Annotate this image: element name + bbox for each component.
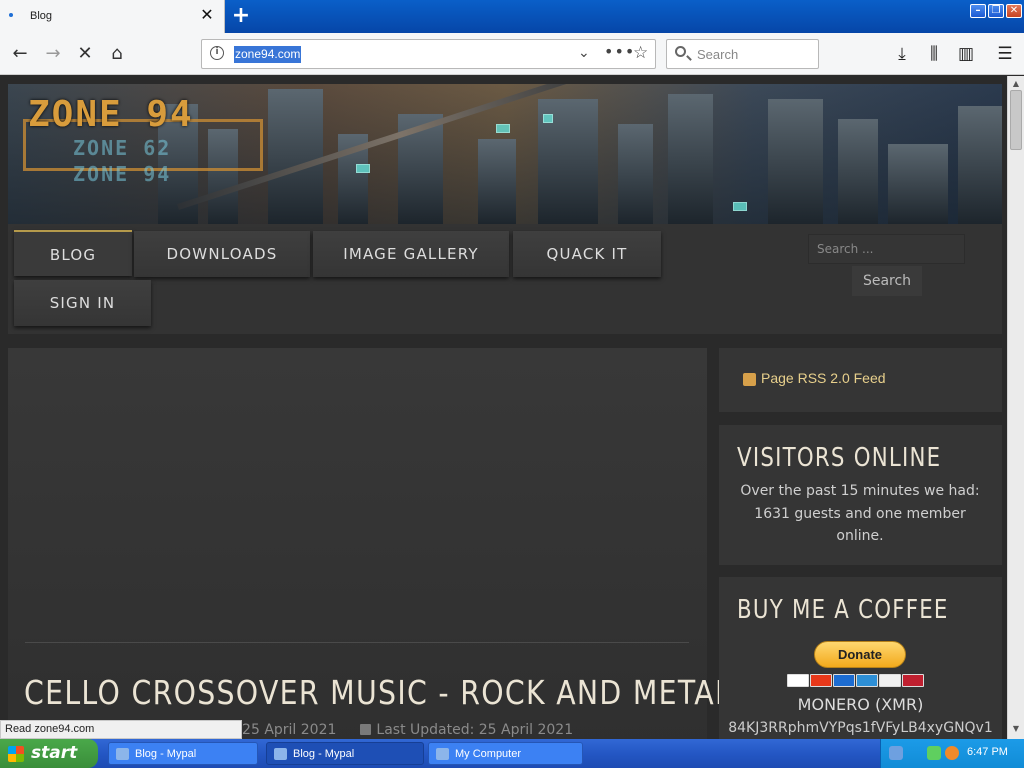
taskbar-item-label: My Computer: [455, 748, 522, 760]
tab-loading-icon: [9, 13, 13, 17]
browser-search-box[interactable]: Search: [666, 39, 819, 69]
taskbar: start Blog - Mypal Blog - Mypal My Compu…: [0, 739, 1024, 768]
browser-icon: [116, 748, 129, 760]
site-banner: ZONE 94 ZONE 62 ZONE 94: [8, 84, 1002, 224]
visitors-panel: VISITORS ONLINE Over the past 15 minutes…: [719, 425, 1002, 565]
start-label: start: [31, 743, 78, 763]
start-button[interactable]: start: [0, 739, 98, 768]
menu-icon[interactable]: ☰: [993, 41, 1017, 67]
taskbar-item-label: Blog - Mypal: [135, 748, 197, 760]
taskbar-item[interactable]: Blog - Mypal: [266, 742, 424, 765]
windows-logo-icon: [8, 746, 24, 762]
updated-date: Last Updated: 25 April 2021: [376, 722, 574, 738]
bookmark-star-icon[interactable]: ☆: [633, 43, 648, 63]
tab-title: Blog: [30, 10, 53, 22]
back-icon[interactable]: ←: [7, 41, 33, 67]
page-viewport: ZONE 94 ZONE 62 ZONE 94 BLOG DOWNLOADS I…: [0, 76, 1007, 739]
address-bar[interactable]: i zone94.com ⌄ ••• ☆: [201, 39, 656, 69]
main-menu: BLOG DOWNLOADS IMAGE GALLERY QUACK IT SI…: [8, 224, 1002, 334]
close-tab-icon[interactable]: ✕: [199, 6, 215, 24]
visa-card-icon: [787, 674, 809, 687]
taskbar-item[interactable]: My Computer: [428, 742, 583, 765]
forward-icon[interactable]: →: [40, 41, 66, 67]
site-info-icon[interactable]: i: [210, 46, 224, 60]
library-icon[interactable]: ⫼: [922, 41, 946, 67]
amex-card-icon: [856, 674, 878, 687]
maximize-button[interactable]: ❐: [988, 4, 1004, 18]
mastercard-icon: [810, 674, 832, 687]
rss-icon: [743, 373, 756, 386]
computer-icon: [436, 748, 449, 760]
bank-card-icon: [902, 674, 924, 687]
article-title[interactable]: CELLO CROSSOVER MUSIC - ROCK AND METAL: [24, 673, 732, 712]
scroll-thumb[interactable]: [1010, 90, 1022, 150]
stop-icon[interactable]: ✕: [72, 41, 98, 67]
download-icon[interactable]: ⤓: [890, 41, 914, 67]
menu-item-quack-it[interactable]: QUACK IT: [513, 231, 661, 277]
browser-icon: [274, 748, 287, 760]
logo-subtitle: ZONE 94: [73, 162, 172, 186]
article-panel: CELLO CROSSOVER MUSIC - ROCK AND METAL d…: [8, 348, 731, 739]
menu-item-sign-in[interactable]: SIGN IN: [14, 280, 151, 326]
rss-feed-link[interactable]: Page RSS 2.0 Feed: [761, 370, 886, 386]
site-logo[interactable]: ZONE 94: [28, 94, 194, 135]
browser-tab[interactable]: Blog ✕: [0, 0, 225, 33]
taskbar-item-label: Blog - Mypal: [293, 748, 355, 760]
coffee-heading: BUY ME A COFFEE: [737, 595, 949, 625]
clock: 6:47 PM: [967, 746, 1008, 758]
coffee-panel: BUY ME A COFFEE Donate MONERO (XMR) 84KJ…: [719, 577, 1002, 739]
rss-panel: Page RSS 2.0 Feed: [719, 348, 1002, 412]
visitors-text: Over the past 15 minutes we had: 1631 gu…: [740, 483, 980, 544]
page-scrollbar[interactable]: ▲ ▼: [1007, 76, 1024, 739]
donate-button[interactable]: Donate: [814, 641, 906, 668]
maestro-card-icon: [833, 674, 855, 687]
menu-item-downloads[interactable]: DOWNLOADS: [134, 231, 310, 277]
menu-item-blog[interactable]: BLOG: [14, 230, 132, 276]
chevron-down-icon[interactable]: ⌄: [578, 45, 590, 61]
menu-item-image-gallery[interactable]: IMAGE GALLERY: [313, 231, 509, 277]
browser-title-bar: Blog ✕ + – ❐ ✕: [0, 0, 1024, 33]
monero-label: MONERO (XMR): [797, 695, 924, 714]
visitors-heading: VISITORS ONLINE: [737, 443, 942, 473]
page-actions-icon[interactable]: •••: [604, 42, 635, 61]
home-icon[interactable]: ⌂: [104, 41, 130, 67]
search-icon[interactable]: [945, 746, 959, 760]
navigation-toolbar: ← → ✕ ⌂ i zone94.com ⌄ ••• ☆ Search ⤓ ⫼ …: [0, 33, 1024, 75]
divider: [25, 642, 689, 643]
taskbar-item[interactable]: Blog - Mypal: [108, 742, 258, 765]
new-tab-button[interactable]: +: [230, 3, 252, 29]
search-icon: [675, 46, 686, 57]
keyboard-icon[interactable]: [889, 746, 903, 760]
calendar-icon: [360, 724, 372, 735]
url-text[interactable]: zone94.com: [234, 46, 302, 63]
system-tray: 6:47 PM: [880, 739, 1024, 768]
monero-address: 84KJ3RRphmVYPqs1fVFyLB4xyGNQv1: [728, 720, 993, 736]
search-placeholder: Search: [697, 47, 739, 62]
logo-subtitle: ZONE 62: [73, 136, 172, 160]
sidebar-icon[interactable]: ▥: [954, 41, 978, 67]
close-window-button[interactable]: ✕: [1006, 4, 1022, 18]
network-icon[interactable]: [927, 746, 941, 760]
status-hint: Read zone94.com: [0, 720, 242, 739]
payment-cards: [787, 674, 937, 687]
minimize-button[interactable]: –: [970, 4, 986, 18]
site-search-input[interactable]: Search ...: [808, 234, 965, 264]
scroll-down-icon[interactable]: ▼: [1008, 721, 1024, 737]
discover-card-icon: [879, 674, 901, 687]
site-search-button[interactable]: Search: [852, 266, 922, 296]
